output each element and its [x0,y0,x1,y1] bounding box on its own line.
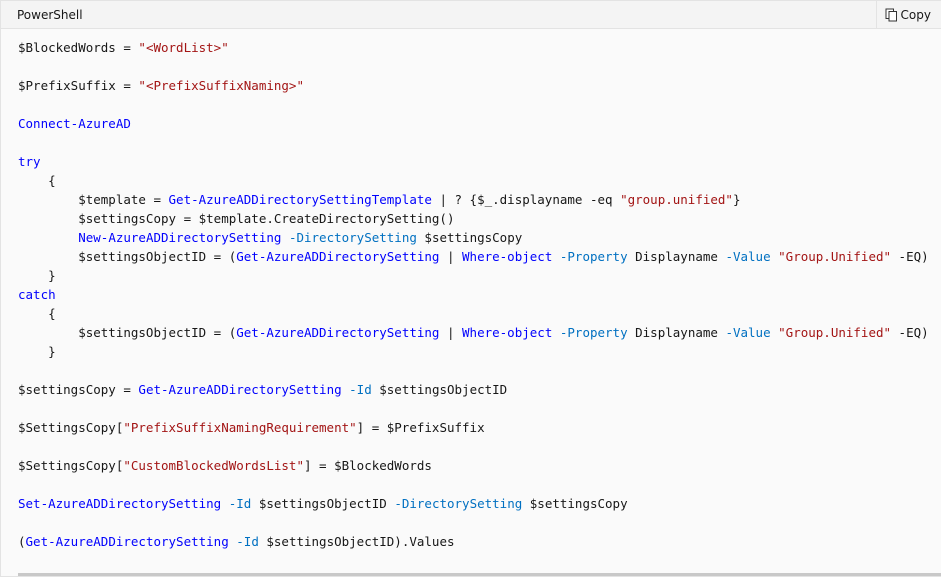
string-token: "CustomBlockedWordsList" [123,458,304,473]
parameter-token: -Id [236,534,259,549]
parameter-token: -DirectorySetting [288,230,417,245]
code-text: $settingsObjectID).Values [258,534,455,549]
parameter-token: -Id [228,496,252,511]
code-line: $SettingsCopy["CustomBlockedWordsList"] … [18,456,941,475]
parameter-token: -DirectorySetting [394,496,523,511]
parameter-token: -Property [559,249,628,264]
language-label: PowerShell [17,7,83,22]
code-text: -EQ) [891,325,929,340]
parameter-token: -Value [725,249,771,264]
code-line: (Get-AzureADDirectorySetting -Id $settin… [18,532,941,551]
code-text: $settingsObjectID = ( [18,249,237,264]
code-content[interactable]: $BlockedWords = "<WordList>" $PrefixSuff… [1,29,941,551]
code-text: ( [18,534,26,549]
cmdlet-token: Get-AzureADDirectorySetting [25,534,229,549]
code-line: try [18,152,941,171]
parameter-token: -Property [559,325,628,340]
code-text: $template = [18,192,169,207]
string-token: "Group.Unified" [778,325,892,340]
code-line: catch [18,285,941,304]
code-text: $settingsCopy [522,496,628,511]
code-text: | [439,249,463,264]
code-text: } [18,344,56,359]
copy-button[interactable]: Copy [875,0,941,29]
string-token: "PrefixSuffixNamingRequirement" [123,420,357,435]
cmdlet-token: New-AzureADDirectorySetting [78,230,282,245]
code-text: $SettingsCopy[ [18,420,124,435]
string-token: "<PrefixSuffixNaming>" [138,78,304,93]
code-text: | ? {$_.displayname -eq [431,192,621,207]
cmdlet-token: Connect-AzureAD [18,116,131,131]
code-line: $template = Get-AzureADDirectorySettingT… [18,190,941,209]
keyword-token: catch [18,287,56,302]
string-token: "group.unified" [620,192,733,207]
code-line: $settingsCopy = Get-AzureADDirectorySett… [18,380,941,399]
code-line: Connect-AzureAD [18,114,941,133]
cmdlet-token: Where-object [462,249,553,264]
copy-icon [885,8,898,22]
horizontal-scrollbar[interactable] [18,573,941,576]
code-line: } [18,266,941,285]
cmdlet-token: Where-object [462,325,553,340]
code-line: $PrefixSuffix = "<PrefixSuffixNaming>" [18,76,941,95]
code-text: $SettingsCopy[ [18,458,124,473]
cmdlet-token: Get-AzureADDirectorySetting [236,249,440,264]
code-text: ] = $BlockedWords [303,458,432,473]
string-token: "<WordList>" [138,40,229,55]
code-text: ] = $PrefixSuffix [356,420,485,435]
code-text: -EQ) [891,249,929,264]
code-line: { [18,171,941,190]
code-text: { [18,306,56,321]
copy-label: Copy [900,7,931,22]
code-line: { [18,304,941,323]
code-text: $settingsCopy [416,230,523,245]
code-header: PowerShell Copy [1,0,941,29]
code-line: $settingsObjectID = (Get-AzureADDirector… [18,247,941,266]
parameter-token: -Id [349,382,372,397]
code-text: $settingsCopy = $template.CreateDirector… [18,211,455,226]
code-text: $BlockedWords = [18,40,139,55]
code-text: $settingsObjectID [251,496,395,511]
code-line: $settingsCopy = $template.CreateDirector… [18,209,941,228]
code-line: Set-AzureADDirectorySetting -Id $setting… [18,494,941,513]
code-text: { [18,173,56,188]
cmdlet-token: Get-AzureADDirectorySetting [236,325,440,340]
cmdlet-token: Get-AzureADDirectorySettingTemplate [168,192,432,207]
code-line: } [18,342,941,361]
code-line: $SettingsCopy["PrefixSuffixNamingRequire… [18,418,941,437]
code-text: Displayname [627,249,726,264]
code-text: Displayname [627,325,726,340]
keyword-token: try [18,154,41,169]
parameter-token: -Value [725,325,771,340]
cmdlet-token: Set-AzureADDirectorySetting [18,496,222,511]
code-text: $settingsCopy = [18,382,139,397]
code-text: } [732,192,741,207]
code-block: PowerShell Copy $BlockedWords = "<WordLi… [0,0,941,577]
cmdlet-token: Get-AzureADDirectorySetting [138,382,342,397]
code-text: $PrefixSuffix = [18,78,139,93]
code-text: $settingsObjectID [371,382,508,397]
code-text: $settingsObjectID = ( [18,325,237,340]
code-line: New-AzureADDirectorySetting -DirectorySe… [18,228,941,247]
code-text: | [439,325,463,340]
string-token: "Group.Unified" [778,249,892,264]
code-line: $BlockedWords = "<WordList>" [18,38,941,57]
code-text: } [18,268,56,283]
code-line: $settingsObjectID = (Get-AzureADDirector… [18,323,941,342]
